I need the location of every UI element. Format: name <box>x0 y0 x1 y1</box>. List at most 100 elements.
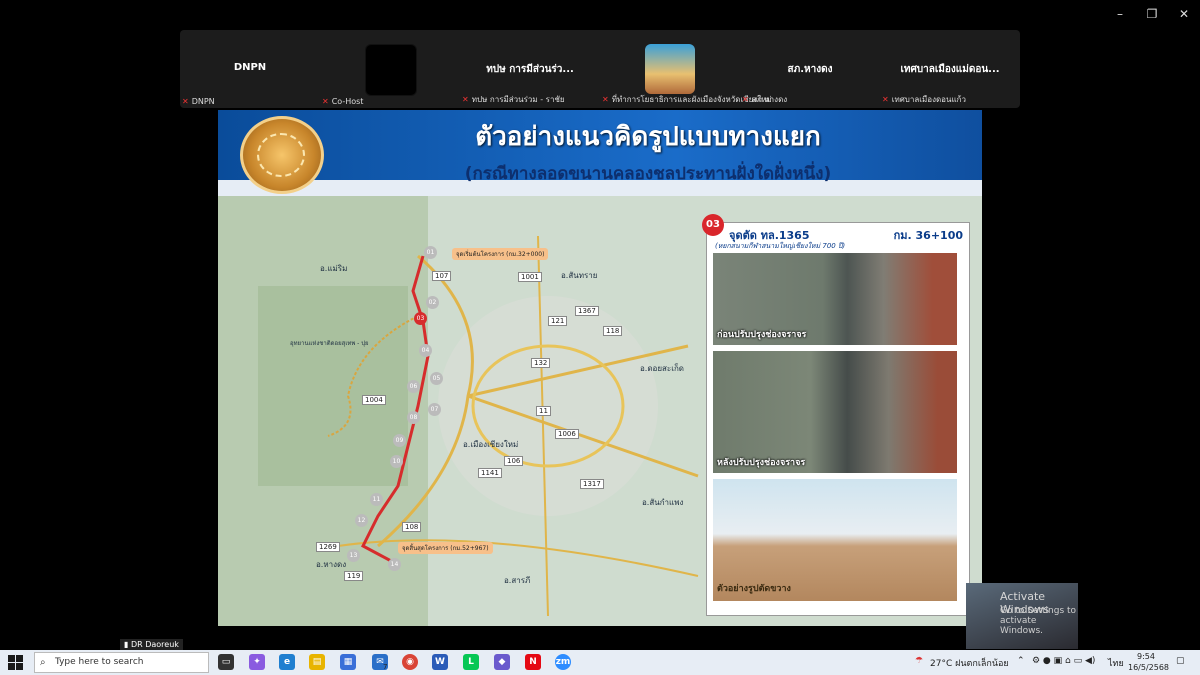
panel-note: (หยกสนามกีฬาสนามใหญ่เชียงใหม่ 700 ปี) <box>715 242 846 250</box>
station-node: 10 <box>390 455 403 468</box>
slide-title: ตัวอย่างแนวคิดรูปแบบทางแยก <box>475 122 821 152</box>
participant-label: ✕ สภ.หางดง <box>742 95 788 104</box>
map-label: อุทยานแห่งชาติดอยสุเทพ - ปุย <box>290 340 369 347</box>
route-number: 106 <box>504 456 524 466</box>
video-off-thumbnail <box>365 44 417 96</box>
station-node-highlight: 03 <box>414 312 427 325</box>
mic-muted-icon: ✕ <box>462 95 469 104</box>
input-language[interactable]: ไทย <box>1108 656 1124 670</box>
station-node: 08 <box>407 411 420 424</box>
presentation-slide: ตัวอย่างแนวคิดรูปแบบทางแยก (กรณีทางลอดขน… <box>218 110 982 626</box>
edge-browser-icon[interactable]: e <box>279 654 295 670</box>
participant-tile[interactable]: สภ.หางดง ✕ สภ.หางดง <box>740 30 880 108</box>
project-end-callout: จุดสิ้นสุดโครงการ (กม.52+967) <box>398 542 493 554</box>
system-clock[interactable]: 9:54 16/5/2568 <box>1128 651 1170 673</box>
route-number: 132 <box>531 358 551 368</box>
participant-tile[interactable]: ✕ ที่ทำการโยธาธิการและผังเมืองจังหวัดเชีย… <box>600 30 772 108</box>
signal-icon: ▮ <box>124 640 131 649</box>
weather-text[interactable]: 27°C ฝนตกเล็กน้อย <box>930 656 1009 670</box>
slide-subtitle: (กรณีทางลอดขนานคลองชลประทานฝั่งใดฝั่งหนึ… <box>464 164 832 184</box>
participant-tile[interactable]: เทศบาลเมืองแม่ดอน... ✕ เทศบาลเมืองดอนแก้ว <box>880 30 1020 108</box>
caption-after: หลังปรับปรุงช่องจราจร <box>717 458 806 468</box>
participant-tile[interactable]: ทปษ การมีส่วนร่ว... ✕ ทปษ การมีส่วนร่วม -… <box>460 30 600 108</box>
tray-icons[interactable]: ⚙ ● ▣ ⌂ ▭ ◀) <box>1032 656 1095 666</box>
station-node: 12 <box>355 514 368 527</box>
map-label: อ.สันกำแพง <box>642 498 684 507</box>
map-label: อ.หางดง <box>316 560 347 569</box>
station-node: 05 <box>430 372 443 385</box>
taskbar: ⌕ Type here to search ▭ ✦ e ▤ ▦ ✉ 7 ◉ W … <box>0 650 1200 675</box>
copilot-icon[interactable]: ✦ <box>249 654 265 670</box>
line-app-icon[interactable]: L <box>463 654 479 670</box>
mail-badge: 7 <box>383 663 388 671</box>
route-number: 11 <box>536 406 551 416</box>
station-node: 14 <box>388 558 401 571</box>
panel-number-badge: 03 <box>702 214 724 236</box>
route-number: 1141 <box>478 468 502 478</box>
clock-time: 9:54 <box>1137 652 1155 661</box>
cross-section-diagram: ตัวอย่างรูปตัดขวาง <box>713 479 957 601</box>
app-icon[interactable]: ◆ <box>494 654 510 670</box>
route-number: 1317 <box>580 479 604 489</box>
notification-icon[interactable]: ▢ <box>1176 656 1185 666</box>
shared-screen: ตัวอย่างแนวคิดรูปแบบทางแยก (กรณีทางลอดขน… <box>120 110 1080 650</box>
map-label: อ.เมืองเชียงใหม่ <box>463 440 519 449</box>
slide-header: ตัวอย่างแนวคิดรูปแบบทางแยก (กรณีทางลอดขน… <box>218 110 982 196</box>
station-node: 01 <box>424 246 437 259</box>
map-label: อ.แม่ริม <box>320 264 348 273</box>
route-number: 119 <box>344 571 364 581</box>
participant-tile[interactable]: ✕ Co-Host <box>320 30 460 108</box>
participant-name: ทปษ การมีส่วนร่ว... <box>486 64 574 75</box>
panel-km: กม. 36+100 <box>893 229 963 242</box>
route-number: 118 <box>603 326 623 336</box>
station-node: 06 <box>407 380 420 393</box>
task-view-icon[interactable]: ▭ <box>218 654 234 670</box>
participant-label: ✕ Co-Host <box>322 97 364 106</box>
route-number: 1367 <box>575 306 599 316</box>
participant-name: เทศบาลเมืองแม่ดอน... <box>900 64 1000 75</box>
participant-name: สภ.หางดง <box>787 64 833 75</box>
restore-button[interactable]: ❐ <box>1136 6 1168 22</box>
participant-strip: DNPN ✕ DNPN ✕ Co-Host ทปษ การมีส่วนร่ว... … <box>180 30 1020 108</box>
mic-muted-icon: ✕ <box>882 95 889 104</box>
search-placeholder: Type here to search <box>55 657 144 667</box>
taskbar-search-box[interactable]: ⌕ Type here to search <box>34 652 209 673</box>
chrome-icon[interactable]: ◉ <box>402 654 418 670</box>
tray-chevron-icon[interactable]: ⌃ <box>1017 656 1025 666</box>
close-button[interactable]: ✕ <box>1168 6 1200 22</box>
aerial-photo-after: หลังปรับปรุงช่องจราจร <box>713 351 957 473</box>
participant-label: ✕ ทปษ การมีส่วนร่วม - ราชัย <box>462 95 565 104</box>
mic-muted-icon: ✕ <box>322 97 329 106</box>
weather-icon[interactable]: ☂ <box>915 656 923 666</box>
caption-before: ก่อนปรับปรุงช่องจราจร <box>717 330 807 340</box>
participant-photo-thumbnail <box>645 44 695 94</box>
caption-cross-section: ตัวอย่างรูปตัดขวาง <box>717 584 791 594</box>
station-node: 04 <box>419 344 432 357</box>
project-start-callout: จุดเริ่มต้นโครงการ (กม.32+000) <box>452 248 549 260</box>
netflix-icon[interactable]: N <box>525 654 541 670</box>
windows-start-icon[interactable] <box>8 655 23 670</box>
map-label: อ.ดอยสะเก็ด <box>640 364 684 373</box>
clock-date: 16/5/2568 <box>1128 663 1170 672</box>
activate-windows-subtitle: Go to Settings to activate Windows. <box>1000 606 1077 636</box>
route-number: 121 <box>548 316 568 326</box>
search-icon: ⌕ <box>40 657 46 668</box>
map-label: อ.สันทราย <box>561 271 598 280</box>
intersection-panel: จุดตัด ทล.1365 กม. 36+100 (หยกสนามกีฬาสน… <box>706 222 970 616</box>
participant-tile[interactable]: DNPN ✕ DNPN <box>180 30 320 108</box>
zoom-icon[interactable]: zm <box>555 654 571 670</box>
participant-label: ✕ เทศบาลเมืองดอนแก้ว <box>882 95 966 104</box>
file-explorer-icon[interactable]: ▤ <box>309 654 325 670</box>
mic-muted-icon: ✕ <box>182 97 189 106</box>
minimize-button[interactable]: – <box>1104 6 1136 22</box>
route-number: 107 <box>432 271 452 281</box>
active-speaker-label: ▮ DR Daoreuk <box>120 639 183 650</box>
participant-name: DNPN <box>233 62 267 73</box>
aerial-photo-before: ก่อนปรับปรุงช่องจราจร <box>713 253 957 345</box>
participant-label: ✕ DNPN <box>182 97 215 106</box>
store-icon[interactable]: ▦ <box>340 654 356 670</box>
department-seal-logo <box>240 116 324 194</box>
word-icon[interactable]: W <box>432 654 448 670</box>
station-node: 02 <box>426 296 439 309</box>
route-number: 1006 <box>555 429 579 439</box>
